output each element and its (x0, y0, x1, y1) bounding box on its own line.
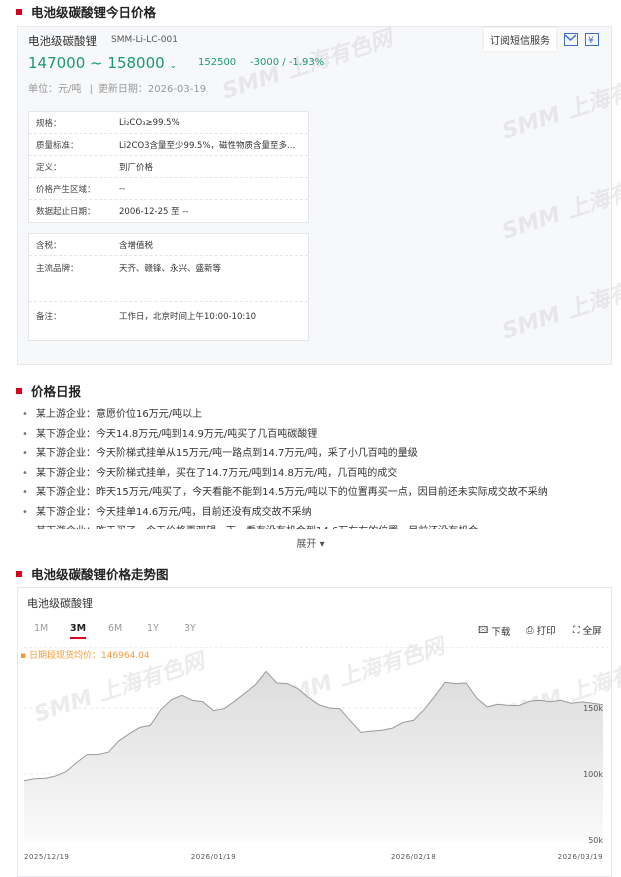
y-tick-label: 100k (583, 770, 603, 779)
tab-1y[interactable]: 1Y (147, 623, 159, 634)
price-trend-chart: 150k 100k 50k 2025/12/19 2026/01/19 2026/02/1… (23, 670, 603, 861)
tab-3m[interactable]: 3M (70, 623, 87, 639)
y-tick-label: 150k (583, 704, 603, 713)
tab-1m[interactable]: 1M (34, 623, 48, 634)
area-fill (24, 671, 603, 842)
x-tick-label: 2026/03/19 (558, 853, 603, 861)
x-tick-label: 2026/01/19 (191, 853, 236, 861)
x-tick-label: 2026/02/18 (391, 853, 436, 861)
tab-6m[interactable]: 6M (108, 623, 122, 634)
y-tick-label: 50k (588, 836, 603, 845)
tab-3y[interactable]: 3Y (184, 623, 196, 634)
x-tick-label: 2025/12/19 (24, 853, 69, 861)
